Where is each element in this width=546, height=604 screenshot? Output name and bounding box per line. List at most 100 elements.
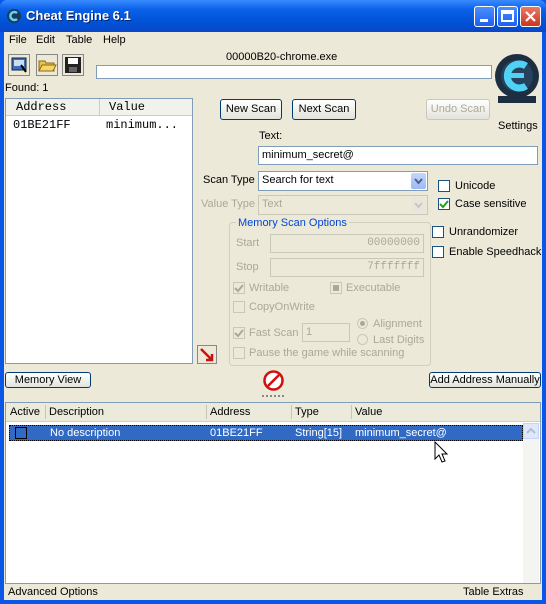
add-to-list-button[interactable] xyxy=(197,345,217,364)
window-title: Cheat Engine 6.1 xyxy=(26,8,131,23)
alignment-radio[interactable] xyxy=(357,318,368,329)
save-icon xyxy=(65,57,81,73)
checkmark-icon xyxy=(234,284,244,293)
scan-text-input[interactable]: minimum_secret@ xyxy=(258,146,538,165)
case-sensitive-checkbox[interactable] xyxy=(438,198,450,210)
splitter-handle[interactable] xyxy=(262,395,284,400)
address-column-header[interactable]: Address xyxy=(16,100,66,114)
save-button[interactable] xyxy=(62,54,84,76)
clear-list-button[interactable] xyxy=(263,370,284,391)
indeterminate-icon xyxy=(333,285,339,291)
select-process-button[interactable] xyxy=(8,54,30,76)
memory-view-button[interactable]: Memory View xyxy=(5,372,91,388)
maximize-button[interactable] xyxy=(497,6,518,27)
chevron-down-icon[interactable] xyxy=(411,197,426,213)
copy-on-write-checkbox[interactable] xyxy=(233,301,245,313)
fast-scan-checkbox[interactable] xyxy=(233,327,245,339)
found-count: Found: 1 xyxy=(5,82,49,94)
mouse-cursor-icon xyxy=(434,441,449,463)
open-file-icon xyxy=(38,60,57,72)
row-value: minimum_secret@ xyxy=(355,427,447,439)
scan-progress-bar xyxy=(96,65,492,79)
stop-label: Stop xyxy=(236,261,259,273)
scan-type-value: Search for text xyxy=(262,174,334,186)
case-sensitive-label: Case sensitive xyxy=(455,198,527,210)
add-address-manually-button[interactable]: Add Address Manually xyxy=(429,372,541,388)
cheat-engine-window: Cheat Engine 6.1 File Edit Table Help 00… xyxy=(0,0,546,604)
address-column-header[interactable]: Address xyxy=(210,406,250,418)
menu-table[interactable]: Table xyxy=(66,34,92,46)
row-description: No description xyxy=(50,427,121,439)
scan-type-label: Scan Type xyxy=(203,174,255,186)
speedhack-checkbox[interactable] xyxy=(432,246,444,258)
fast-scan-label: Fast Scan xyxy=(249,327,299,339)
checkmark-icon xyxy=(439,200,449,209)
active-checkbox[interactable] xyxy=(15,427,27,439)
radio-dot-icon xyxy=(360,321,365,326)
status-bar: Advanced Options Table Extras xyxy=(4,584,542,600)
description-column-header[interactable]: Description xyxy=(49,406,104,418)
menu-file[interactable]: File xyxy=(9,34,27,46)
process-title: 00000B20-chrome.exe xyxy=(226,51,338,63)
new-scan-button[interactable]: New Scan xyxy=(220,99,282,120)
column-divider xyxy=(351,405,352,419)
title-bar[interactable]: Cheat Engine 6.1 xyxy=(0,0,546,32)
minimize-button[interactable] xyxy=(474,6,495,27)
found-address-list[interactable]: Address Value 01BE21FF minimum... xyxy=(5,98,193,364)
unrandomizer-label: Unrandomizer xyxy=(449,226,519,238)
pause-game-label: Pause the game while scanning xyxy=(249,347,405,359)
text-label: Text: xyxy=(259,130,283,142)
column-divider xyxy=(291,405,292,419)
last-digits-radio[interactable] xyxy=(357,334,368,345)
next-scan-button[interactable]: Next Scan xyxy=(292,99,356,120)
start-address-input[interactable]: 00000000 xyxy=(270,234,424,253)
main-client-area: File Edit Table Help 00000B20-chrome.exe… xyxy=(4,32,542,600)
writable-checkbox[interactable] xyxy=(233,282,245,294)
last-digits-label: Last Digits xyxy=(373,334,425,346)
checkmark-icon xyxy=(234,329,244,338)
active-column-header[interactable]: Active xyxy=(10,406,40,418)
undo-scan-button[interactable]: Undo Scan xyxy=(426,99,490,120)
cheat-table[interactable]: Active Description Address Type Value No… xyxy=(5,402,541,584)
table-extras-link[interactable]: Table Extras xyxy=(463,586,524,598)
found-address: 01BE21FF xyxy=(13,118,71,132)
unicode-checkbox[interactable] xyxy=(438,180,450,192)
writable-label: Writable xyxy=(249,282,290,294)
advanced-options-link[interactable]: Advanced Options xyxy=(8,586,98,598)
memory-scan-options-title: Memory Scan Options xyxy=(236,217,349,229)
value-column-header[interactable]: Value xyxy=(355,406,382,418)
menu-help[interactable]: Help xyxy=(103,34,126,46)
list-item[interactable]: 01BE21FF minimum... xyxy=(6,116,192,132)
value-type-label: Value Type xyxy=(201,198,256,210)
column-divider xyxy=(99,99,100,115)
scan-type-select[interactable]: Search for text xyxy=(258,171,428,191)
address-list-header: Address Value xyxy=(6,99,192,116)
vertical-scrollbar[interactable] xyxy=(523,423,539,583)
close-button[interactable] xyxy=(520,6,541,27)
alignment-label: Alignment xyxy=(373,318,422,330)
scroll-up-button[interactable] xyxy=(523,423,539,439)
pause-game-checkbox[interactable] xyxy=(233,347,245,359)
red-arrow-icon xyxy=(200,348,214,362)
settings-label[interactable]: Settings xyxy=(498,120,538,132)
cheat-engine-logo-icon[interactable] xyxy=(492,52,542,104)
chevron-up-icon xyxy=(526,427,536,434)
menu-edit[interactable]: Edit xyxy=(36,34,55,46)
executable-checkbox[interactable] xyxy=(330,282,342,294)
close-icon xyxy=(525,11,536,22)
menu-bar: File Edit Table Help xyxy=(4,32,542,50)
open-file-button[interactable] xyxy=(36,54,58,76)
executable-label: Executable xyxy=(346,282,401,294)
row-address: 01BE21FF xyxy=(210,427,263,439)
process-select-icon xyxy=(11,57,27,73)
speedhack-label: Enable Speedhack xyxy=(449,246,542,258)
value-type-select[interactable]: Text xyxy=(258,195,428,215)
table-row[interactable]: No description 01BE21FF String[15] minim… xyxy=(9,425,523,441)
stop-address-input[interactable]: 7fffffff xyxy=(270,258,424,277)
found-value: minimum... xyxy=(106,118,179,132)
value-column-header[interactable]: Value xyxy=(109,100,145,114)
fast-scan-value-input[interactable]: 1 xyxy=(302,323,350,342)
unrandomizer-checkbox[interactable] xyxy=(432,226,444,238)
chevron-down-icon[interactable] xyxy=(411,173,426,189)
type-column-header[interactable]: Type xyxy=(295,406,319,418)
